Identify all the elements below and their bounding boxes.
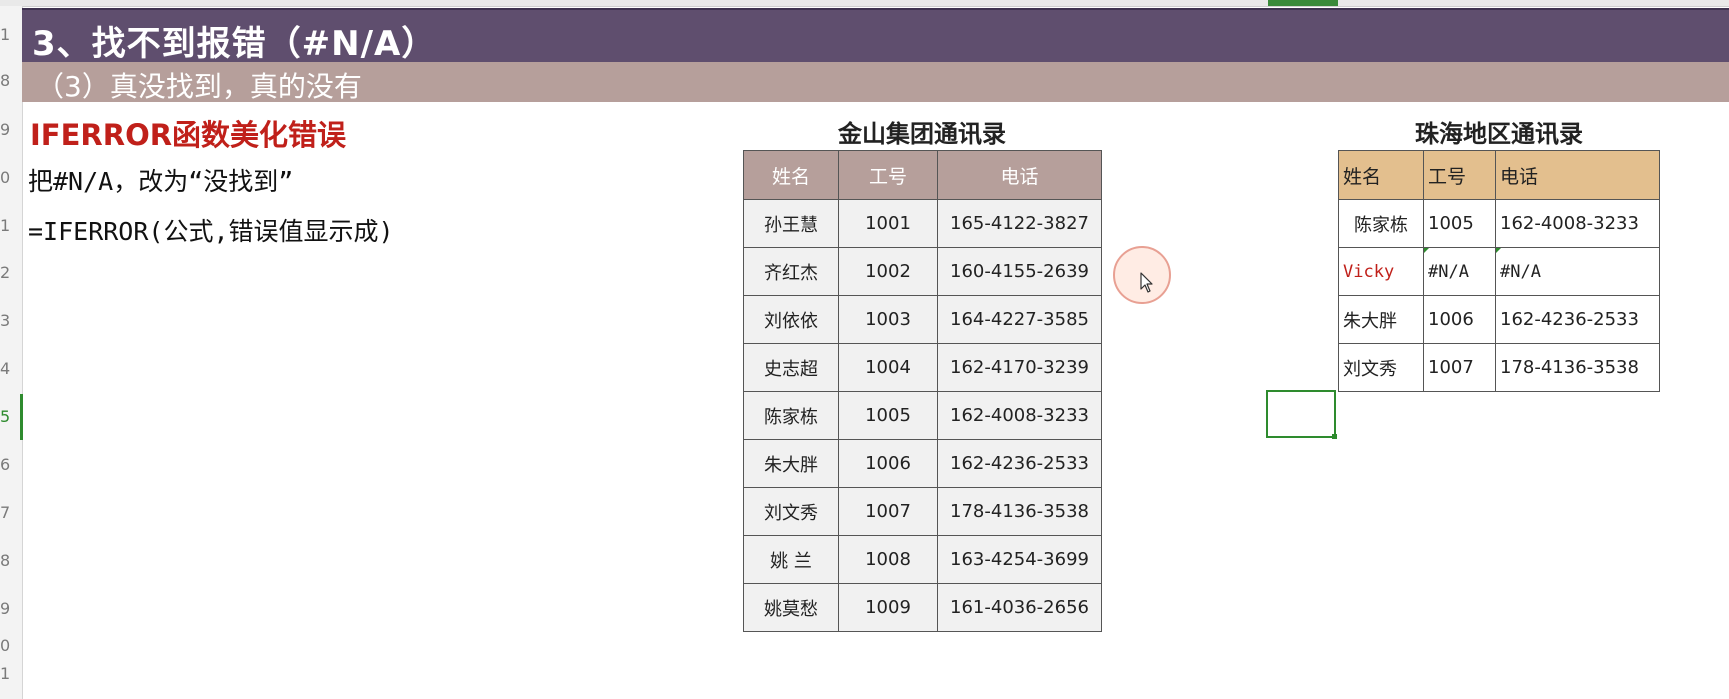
section-title: 3、找不到报错（#N/A） [32,24,437,64]
table-cell[interactable]: 1007 [838,487,938,536]
table-cell[interactable]: 1004 [838,343,938,392]
table2-header-cell[interactable]: 姓名 [1338,150,1424,200]
iferror-heading[interactable]: IFERROR函数美化错误 [30,112,346,154]
subsection-title: （3）真没找到，真的没有 [36,70,362,103]
table-cell[interactable]: 1005 [1423,199,1496,248]
table-cell[interactable]: 178-4136-3538 [937,487,1102,536]
table-cell[interactable]: 162-4170-3239 [937,343,1102,392]
subsection-banner[interactable]: （3）真没找到，真的没有 [22,62,1729,103]
table-cell[interactable]: 1005 [838,391,938,440]
table2-header-cell[interactable]: 电话 [1495,150,1660,200]
table-row: Vicky #N/A #N/A [1338,247,1660,296]
table-row: 孙王慧 1001 165-4122-3827 [743,199,1102,248]
column-header-bar[interactable] [0,0,1729,7]
table-cell[interactable]: 165-4122-3827 [937,199,1102,248]
table-cell[interactable]: 史志超 [743,343,839,392]
table-cell[interactable]: 164-4227-3585 [937,295,1102,344]
table-cell[interactable]: 162-4008-3233 [1495,199,1660,248]
error-cell[interactable]: #N/A [1495,247,1660,296]
table-cell[interactable]: 162-4236-2533 [937,439,1102,488]
selected-row-indicator [20,394,23,440]
table-row: 史志超 1004 162-4170-3239 [743,343,1102,392]
table2-header-cell[interactable]: 工号 [1423,150,1496,200]
table1-header-cell[interactable]: 姓名 [743,150,839,200]
mouse-pointer-icon [1140,272,1154,298]
table-cell[interactable]: 陈家栋 [1338,199,1424,248]
row-number[interactable]: 8 [0,551,12,570]
note-line[interactable]: 把#N/A，改为“没找到” [28,162,293,198]
table-row: 朱大胖 1006 162-4236-2533 [1338,295,1660,344]
table1-header-row: 姓名 工号 电话 [743,150,1102,200]
table2-header-row: 姓名 工号 电话 [1338,150,1660,200]
row-number[interactable]: 9 [0,120,12,139]
row-number[interactable]: 6 [0,455,12,474]
table-cell[interactable]: 1008 [838,535,938,584]
error-cell[interactable]: #N/A [1423,247,1496,296]
table-cell[interactable]: 162-4236-2533 [1495,295,1660,344]
fill-handle[interactable] [1332,434,1337,439]
table-cell[interactable]: 刘文秀 [1338,343,1424,392]
table-cell[interactable]: 1009 [838,583,938,632]
table-cell[interactable]: 刘依依 [743,295,839,344]
selected-column-indicator [1268,0,1338,6]
table-cell[interactable]: 朱大胖 [1338,295,1424,344]
table-cell[interactable]: 孙王慧 [743,199,839,248]
row-number[interactable]: 1 [0,25,12,44]
table-cell[interactable]: 姚莫愁 [743,583,839,632]
table1-header-cell[interactable]: 电话 [937,150,1102,200]
table-cell[interactable]: 1007 [1423,343,1496,392]
table2: 姓名 工号 电话 陈家栋 1005 162-4008-3233 Vicky #N… [1338,150,1660,392]
row-number[interactable]: 1 [0,216,12,235]
table-cell[interactable]: 1001 [838,199,938,248]
row-number[interactable]: 8 [0,71,12,90]
row-number[interactable]: 2 [0,263,12,282]
table-cell[interactable]: 朱大胖 [743,439,839,488]
table-row: 朱大胖 1006 162-4236-2533 [743,439,1102,488]
formula-note[interactable]: =IFERROR(公式,错误值显示成) [28,212,394,248]
table1-header-cell[interactable]: 工号 [838,150,938,200]
table-cell[interactable]: 178-4136-3538 [1495,343,1660,392]
table-cell[interactable]: 齐红杰 [743,247,839,296]
active-cell-selection[interactable] [1266,390,1336,438]
table-row: 刘文秀 1007 178-4136-3538 [1338,343,1660,392]
row-number[interactable]: 7 [0,503,12,522]
row-number[interactable]: 0 [0,168,12,187]
table-row: 陈家栋 1005 162-4008-3233 [743,391,1102,440]
table-cell[interactable]: 163-4254-3699 [937,535,1102,584]
table-cell[interactable]: 陈家栋 [743,391,839,440]
table1: 姓名 工号 电话 孙王慧 1001 165-4122-3827 齐红杰 1002… [743,150,1102,632]
table-cell[interactable]: 161-4036-2656 [937,583,1102,632]
table-cell[interactable]: 1006 [1423,295,1496,344]
row-number[interactable]: 9 [0,599,12,618]
table-cell[interactable]: 姚 兰 [743,535,839,584]
row-header-bar[interactable] [0,6,23,699]
table-row: 姚莫愁 1009 161-4036-2656 [743,583,1102,632]
section-title-banner[interactable]: 3、找不到报错（#N/A） [22,8,1729,64]
table-cell[interactable]: 刘文秀 [743,487,839,536]
table-row: 刘文秀 1007 178-4136-3538 [743,487,1102,536]
table-row: 陈家栋 1005 162-4008-3233 [1338,199,1660,248]
table-row: 姚 兰 1008 163-4254-3699 [743,535,1102,584]
table-cell[interactable]: 162-4008-3233 [937,391,1102,440]
table-row: 齐红杰 1002 160-4155-2639 [743,247,1102,296]
table1-title[interactable]: 金山集团通讯录 [743,114,1101,149]
row-number[interactable]: 0 [0,636,12,655]
table-cell[interactable]: 1006 [838,439,938,488]
table-row: 刘依依 1003 164-4227-3585 [743,295,1102,344]
row-number-selected[interactable]: 5 [0,407,12,426]
table-cell[interactable]: 1002 [838,247,938,296]
row-number[interactable]: 4 [0,359,12,378]
table2-title[interactable]: 珠海地区通讯录 [1338,114,1660,149]
row-number[interactable]: 1 [0,664,12,683]
row-number[interactable]: 3 [0,311,12,330]
table-cell[interactable]: 160-4155-2639 [937,247,1102,296]
table-cell[interactable]: 1003 [838,295,938,344]
lookup-value-cell[interactable]: Vicky [1338,247,1424,296]
